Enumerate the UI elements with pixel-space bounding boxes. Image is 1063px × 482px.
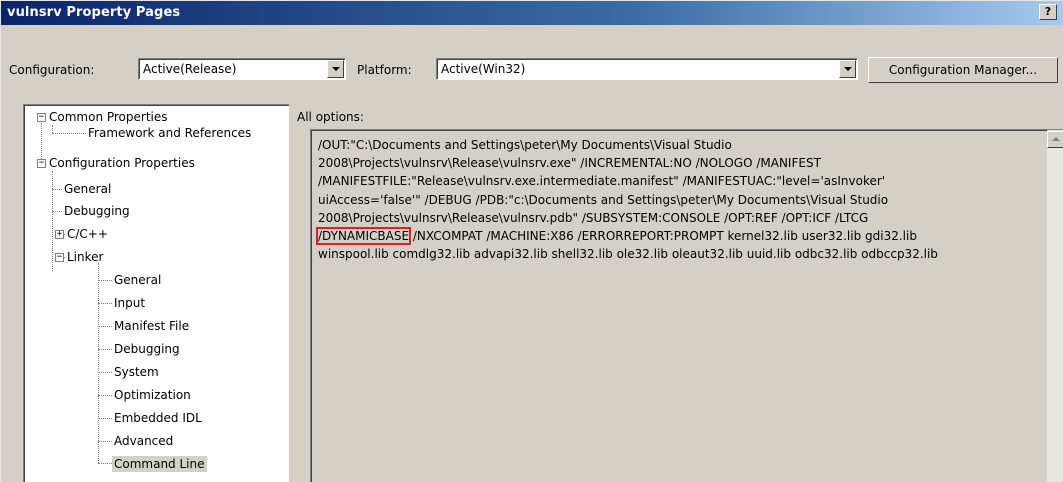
tree-line bbox=[98, 280, 112, 281]
configuration-value: Active(Release) bbox=[143, 62, 237, 76]
dynamicbase-highlight: /DYNAMICBASE bbox=[315, 227, 412, 246]
tree-item-command-line[interactable]: Command Line bbox=[112, 456, 207, 472]
platform-dropdown-arrow-icon[interactable] bbox=[839, 60, 856, 78]
platform-value: Active(Win32) bbox=[441, 62, 526, 76]
tree-line bbox=[52, 133, 86, 134]
tree-line bbox=[52, 125, 53, 133]
tree-item-debugging[interactable]: Debugging bbox=[64, 203, 130, 219]
all-options-text: /OUT:"C:\Documents and Settings\peter\My… bbox=[315, 136, 1038, 263]
configuration-label: Configuration: bbox=[9, 63, 95, 77]
window-title: vulnsrv Property Pages bbox=[7, 5, 181, 20]
tree-item-linker-general[interactable]: General bbox=[114, 272, 161, 288]
title-bar[interactable]: vulnsrv Property Pages ? bbox=[1, 1, 1063, 25]
expand-icon[interactable]: + bbox=[55, 230, 64, 239]
all-options-label: All options: bbox=[297, 110, 364, 124]
tree-line bbox=[52, 189, 62, 190]
tree-line bbox=[98, 326, 112, 327]
scroll-up-arrow-icon[interactable] bbox=[1047, 131, 1063, 148]
collapse-icon[interactable]: − bbox=[37, 113, 46, 122]
tree-item-linker-debugging[interactable]: Debugging bbox=[114, 341, 180, 357]
platform-dropdown[interactable]: Active(Win32) bbox=[436, 58, 858, 80]
tree-line bbox=[98, 372, 112, 373]
configuration-dropdown[interactable]: Active(Release) bbox=[138, 58, 346, 80]
option-line-rest: /NXCOMPAT /MACHINE:X86 /ERRORREPORT:PROM… bbox=[409, 229, 917, 244]
all-options-textbox[interactable]: /OUT:"C:\Documents and Settings\peter\My… bbox=[310, 129, 1063, 482]
tree-item-input[interactable]: Input bbox=[114, 295, 145, 311]
collapse-icon[interactable]: − bbox=[37, 159, 46, 168]
tree-line bbox=[98, 418, 112, 419]
tree-item-linker[interactable]: Linker bbox=[67, 249, 103, 265]
tree-item-manifest-file[interactable]: Manifest File bbox=[114, 318, 189, 334]
option-line: /MANIFESTFILE:"Release\vulnsrv.exe.inter… bbox=[318, 174, 886, 189]
configuration-dropdown-arrow-icon[interactable] bbox=[327, 60, 344, 78]
option-line: winspool.lib comdlg32.lib advapi32.lib s… bbox=[318, 247, 938, 262]
property-tree[interactable]: − Common Properties Framework and Refere… bbox=[23, 104, 289, 482]
tree-line bbox=[98, 303, 112, 304]
tree-line bbox=[52, 211, 62, 212]
property-pages-window: vulnsrv Property Pages ? Configuration: … bbox=[0, 0, 1063, 482]
option-line: /DYNAMICBASE /NXCOMPAT /MACHINE:X86 /ERR… bbox=[315, 227, 1038, 246]
tree-line bbox=[98, 395, 112, 396]
tree-item-advanced[interactable]: Advanced bbox=[114, 433, 173, 449]
configuration-manager-button[interactable]: Configuration Manager... bbox=[868, 57, 1058, 83]
tree-line bbox=[98, 441, 112, 442]
tree-item-framework-references[interactable]: Framework and References bbox=[88, 125, 251, 141]
tree-item-common-properties[interactable]: Common Properties bbox=[49, 109, 168, 125]
collapse-icon[interactable]: − bbox=[55, 253, 64, 262]
tree-line bbox=[52, 171, 53, 271]
option-line: uiAccess='false'" /DEBUG /PDB:"c:\Docume… bbox=[318, 192, 889, 207]
tree-line bbox=[41, 123, 42, 163]
option-line: 2008\Projects\vulnsrv\Release\vulnsrv.pd… bbox=[318, 210, 869, 225]
tree-item-system[interactable]: System bbox=[114, 364, 159, 380]
tree-item-general[interactable]: General bbox=[64, 181, 111, 197]
option-line: /OUT:"C:\Documents and Settings\peter\My… bbox=[318, 138, 732, 152]
tree-item-cpp[interactable]: C/C++ bbox=[67, 226, 108, 242]
help-button[interactable]: ? bbox=[1039, 4, 1057, 20]
tree-line bbox=[98, 263, 99, 463]
tree-item-configuration-properties[interactable]: Configuration Properties bbox=[49, 155, 195, 171]
tree-item-optimization[interactable]: Optimization bbox=[114, 387, 191, 403]
options-scrollbar[interactable] bbox=[1047, 130, 1063, 482]
option-line: 2008\Projects\vulnsrv\Release\vulnsrv.ex… bbox=[318, 156, 821, 171]
platform-label: Platform: bbox=[357, 63, 412, 77]
tree-line bbox=[98, 463, 112, 464]
tree-line bbox=[98, 349, 112, 350]
tree-item-embedded-idl[interactable]: Embedded IDL bbox=[114, 410, 202, 426]
